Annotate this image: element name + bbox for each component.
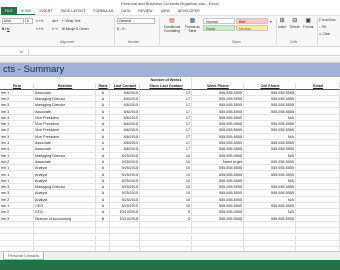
clear-label: Clear (322, 32, 331, 36)
fx-icon[interactable]: fx (20, 49, 23, 54)
clear-button[interactable]: ◇ Clear (319, 32, 330, 36)
font-name-select[interactable]: Arial (2, 18, 24, 24)
menu-developer[interactable]: DEVELOPER (174, 7, 204, 15)
orientation-icon[interactable]: ab↗ (52, 19, 58, 23)
ribbon-separator (276, 18, 277, 45)
formula-bar: fx (0, 48, 340, 56)
conditional-formatting-icon: ▤ (169, 18, 175, 24)
merge-center-label: Merge & Center (65, 27, 89, 31)
wrap-text-button[interactable]: ↵ Wrap Text (62, 19, 80, 23)
ribbon: Arial 6 ≡ ≡ ≡ ab↗ ↵ Wrap Text B I U ≡ ≡ … (0, 15, 340, 47)
menu-bar: FILE HOME INSERT PAGE LAYOUT FORMULAS DA… (0, 7, 340, 15)
bold-button[interactable]: B I U (2, 27, 10, 31)
window-title: Personal and Business Contacts Organizer… (0, 0, 340, 7)
delete-cells-button[interactable]: ⊟ Delete (290, 18, 300, 29)
fill-label: Fill (321, 25, 326, 29)
group-label-number: Number (128, 40, 140, 44)
font-size-select[interactable]: 6 (25, 18, 33, 24)
menu-data[interactable]: DATA (117, 7, 134, 15)
menu-insert[interactable]: INSERT (35, 7, 56, 15)
conditional-formatting-button[interactable]: ▤ Conditional Formatting (162, 18, 182, 33)
menu-review[interactable]: REVIEW (134, 7, 156, 15)
tab-personal-contacts[interactable]: Personal Contacts (3, 252, 45, 260)
autosum-label: AutoSum (321, 18, 336, 22)
delete-label: Delete (290, 25, 300, 29)
insert-cells-button[interactable]: ⊞ Insert (278, 18, 286, 29)
autosum-button[interactable]: Σ AutoSum (319, 18, 336, 22)
merge-center-button[interactable]: ⊞ Merge & Center (62, 27, 89, 31)
insert-icon: ⊞ (279, 18, 285, 24)
insert-label: Insert (278, 25, 287, 29)
currency-format-buttons[interactable]: $ - % , (117, 27, 127, 31)
indent-icon[interactable]: ⇤⇥ (52, 27, 58, 31)
delete-icon: ⊟ (292, 18, 298, 24)
sheet-tabs: Personal Contacts (0, 251, 340, 260)
format-label: Format (303, 25, 314, 29)
menu-view[interactable]: VIEW (157, 7, 174, 15)
fill-button[interactable]: ↓ Fill (319, 25, 326, 29)
align-center-icon[interactable]: ≡ ≡ ≡ (36, 27, 44, 31)
conditional-formatting-label: Conditional Formatting (163, 25, 181, 33)
summary-banner: cts - Summary (0, 63, 340, 77)
menu-formulas[interactable]: FORMULAS (89, 7, 117, 15)
style-bad[interactable]: Bad (236, 18, 268, 24)
format-as-table-button[interactable]: ▦ Format as Table (184, 18, 201, 33)
format-as-table-icon: ▦ (189, 18, 196, 24)
style-normal[interactable]: Normal (203, 18, 235, 24)
formula-input[interactable] (28, 49, 340, 55)
status-bar (0, 260, 340, 270)
align-top-icon[interactable]: ≡ ≡ ≡ (36, 19, 44, 23)
wrap-text-label: Wrap Text (65, 19, 81, 23)
menu-page-layout[interactable]: PAGE LAYOUT (57, 7, 90, 15)
style-good[interactable]: Good (203, 25, 235, 31)
style-neutral[interactable]: Neutral (236, 25, 268, 31)
group-label-styles: Styles (232, 40, 241, 44)
format-as-table-label: Format as Table (185, 25, 200, 33)
ribbon-separator (114, 18, 115, 45)
ribbon-separator (317, 18, 318, 45)
group-label-cells: Cells (290, 40, 298, 44)
number-format-select[interactable]: General (117, 18, 155, 24)
format-icon: ▣ (305, 18, 312, 24)
sheet-title: cts - Summary (3, 64, 65, 75)
menu-file[interactable]: FILE (1, 7, 17, 15)
styles-more-icon[interactable]: ▾ (270, 20, 272, 24)
menu-home[interactable]: HOME (16, 7, 36, 15)
format-cells-button[interactable]: ▣ Format (303, 18, 313, 29)
group-label-alignment: Alignment (60, 40, 75, 44)
ribbon-separator (159, 18, 160, 45)
